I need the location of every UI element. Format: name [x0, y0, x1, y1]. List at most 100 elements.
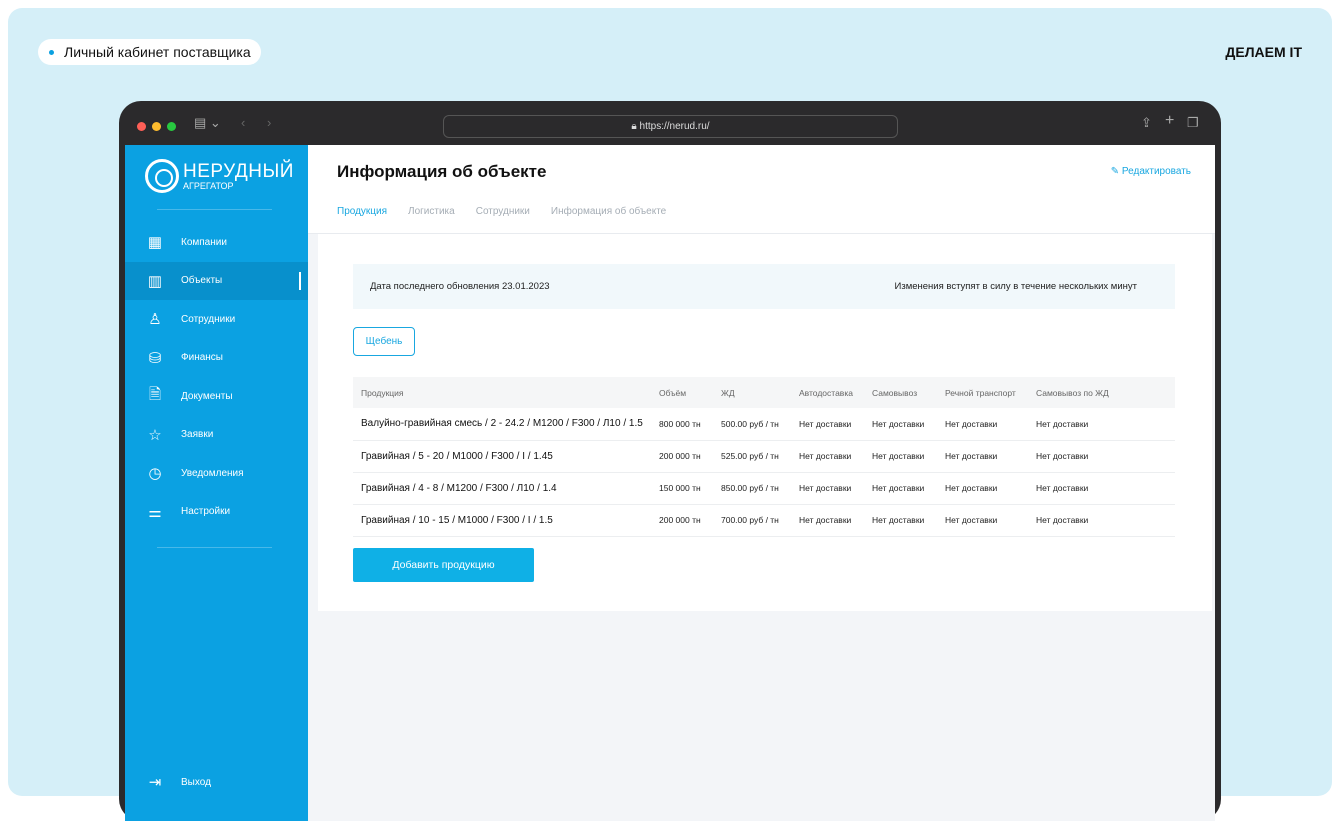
sidebar-item[interactable]: 🗎 Документы: [125, 377, 308, 415]
edit-button[interactable]: ✎ Редактировать: [1111, 166, 1191, 177]
table-cell: Нет доставки: [937, 440, 1028, 473]
sidebar-item[interactable]: ⚌ Настройки: [125, 493, 308, 531]
forward-icon[interactable]: ›: [267, 115, 271, 130]
address-bar[interactable]: 🔒︎ https://nerud.ru/: [443, 115, 898, 138]
tab-logistics[interactable]: Логистика: [408, 206, 455, 217]
sidebar-item[interactable]: ☆ Заявки: [125, 416, 308, 454]
table-cell: 150 000 тн: [651, 472, 713, 505]
table-cell: 200 000 тн: [651, 440, 713, 473]
table-cell: Нет доставки: [864, 440, 937, 473]
table-cell: Нет доставки: [791, 440, 864, 473]
last-update-text: Дата последнего обновления 23.01.2023: [370, 281, 550, 292]
update-info-banner: Дата последнего обновления 23.01.2023 Из…: [353, 264, 1175, 309]
table-cell: 700.00 руб / тн: [713, 504, 791, 537]
tabs-overview-icon[interactable]: ❐: [1187, 115, 1199, 131]
sidebar-item[interactable]: ▥ Объекты: [125, 261, 308, 300]
tabs: Продукция Логистика Сотрудники Информаци…: [337, 206, 666, 217]
table-cell: Нет доставки: [1028, 408, 1175, 441]
browser-window: ▤ ⌄ ‹ › 🔒︎ https://nerud.ru/ ⇪ + ❐ НЕРУД…: [119, 101, 1221, 821]
table-cell: Гравийная / 10 - 15 / М1000 / F300 / I /…: [353, 504, 651, 537]
table-cell: 200 000 тн: [651, 504, 713, 537]
sidebar-item-label: Настройки: [181, 506, 231, 517]
sidebar-item[interactable]: ⛁ Финансы: [125, 339, 308, 377]
pencil-icon: ✎: [1110, 166, 1122, 177]
products-card: Дата последнего обновления 23.01.2023 Из…: [318, 234, 1212, 611]
add-product-button[interactable]: Добавить продукцию: [353, 548, 534, 582]
sidebar-item-label: Компании: [181, 236, 227, 248]
column-header: Речной транспорт: [937, 377, 1028, 408]
building-icon: ▥: [147, 272, 163, 290]
app-logo[interactable]: НЕРУДНЫЙ АГРЕГАТОР: [145, 159, 294, 193]
column-header: Продукция: [353, 377, 651, 408]
column-header: ЖД: [713, 377, 791, 408]
coins-icon: ⛁: [148, 349, 162, 367]
table-cell: Нет доставки: [864, 472, 937, 505]
sidebar: НЕРУДНЫЙ АГРЕГАТОР ▦ Компании ▥ Объекты ♙ Сотр…: [125, 145, 308, 821]
table-cell: Нет доставки: [791, 504, 864, 537]
lock-icon: 🔒︎: [631, 121, 640, 132]
tab-object-info[interactable]: Информация об объекте: [551, 206, 666, 217]
minimize-window-button[interactable]: [152, 122, 161, 131]
column-header: Самовывоз: [864, 377, 937, 408]
sidebar-item-label: Уведомления: [181, 467, 244, 479]
sidebar-item[interactable]: ◷ Уведомления: [125, 454, 308, 492]
sidebar-item-label: Финансы: [181, 352, 223, 363]
table-cell: Гравийная / 4 - 8 / М1200 / F300 / Л10 /…: [353, 472, 651, 505]
table-cell: 525.00 руб / тн: [713, 440, 791, 473]
column-header: Самовывоз по ЖД: [1028, 377, 1175, 408]
table-row[interactable]: Гравийная / 4 - 8 / М1200 / F300 / Л10 /…: [353, 472, 1175, 505]
brand-logo: ДЕЛАЕМ IT: [1225, 44, 1302, 60]
table-cell: Нет доставки: [937, 408, 1028, 441]
table-row[interactable]: Гравийная / 10 - 15 / М1000 / F300 / I /…: [353, 504, 1175, 537]
table-cell: 800 000 тн: [651, 408, 713, 441]
share-icon[interactable]: ⇪: [1141, 115, 1152, 131]
table-row[interactable]: Валуйно-гравийная смесь / 2 - 24.2 / М12…: [353, 408, 1175, 441]
sidebar-item-label: Объекты: [181, 275, 223, 286]
divider: [157, 209, 272, 210]
sidebar-item-label: Документы: [181, 390, 233, 402]
sliders-icon: ⚌: [148, 503, 162, 521]
sidebar-toggle-icon[interactable]: ▤ ⌄: [194, 115, 221, 131]
tab-employees[interactable]: Сотрудники: [476, 206, 530, 217]
table-cell: Нет доставки: [1028, 504, 1175, 537]
logo-icon: [145, 159, 179, 193]
page-header: Информация об объекте ✎ Редактировать Пр…: [308, 145, 1215, 234]
user-icon: ♙: [148, 311, 162, 328]
tab-products[interactable]: Продукция: [337, 206, 387, 217]
table-cell: Нет доставки: [864, 504, 937, 537]
table-cell: Нет доставки: [937, 504, 1028, 537]
table-cell: Нет доставки: [864, 408, 937, 441]
table-cell: Нет доставки: [937, 472, 1028, 505]
sidebar-item-label: Сотрудники: [181, 313, 236, 325]
edit-label: Редактировать: [1121, 166, 1191, 177]
star-icon: ☆: [148, 426, 162, 444]
divider: [157, 547, 272, 548]
browser-toolbar: ▤ ⌄ ‹ › 🔒︎ https://nerud.ru/ ⇪ + ❐: [119, 101, 1221, 145]
category-chip-crushed-stone[interactable]: Щебень: [353, 327, 415, 356]
main-content: Информация об объекте ✎ Редактировать Пр…: [308, 145, 1215, 821]
table-cell: 850.00 руб / тн: [713, 472, 791, 505]
new-tab-icon[interactable]: +: [1165, 112, 1174, 130]
sidebar-item-logout[interactable]: ⇥ Выход: [125, 763, 308, 801]
caption-pill: Личный кабинет поставщика: [38, 39, 261, 65]
sidebar-item[interactable]: ♙ Сотрудники: [125, 300, 308, 338]
table-cell: Нет доставки: [791, 472, 864, 505]
maximize-window-button[interactable]: [167, 122, 176, 131]
sidebar-item-label: Выход: [181, 776, 211, 788]
page-title: Информация об объекте: [337, 162, 547, 181]
table-cell: Нет доставки: [1028, 472, 1175, 505]
logo-title: НЕРУДНЫЙ: [183, 161, 294, 182]
sidebar-item[interactable]: ▦ Компании: [125, 223, 308, 261]
table-cell: 500.00 руб / тн: [713, 408, 791, 441]
table-row[interactable]: Гравийная / 5 - 20 / М1000 / F300 / I / …: [353, 440, 1175, 473]
column-header: Автодоставка: [791, 377, 864, 408]
clock-icon: ◷: [148, 465, 162, 482]
changes-note: Изменения вступят в силу в течение неско…: [894, 281, 1137, 292]
logout-icon: ⇥: [148, 774, 162, 791]
table-cell: Гравийная / 5 - 20 / М1000 / F300 / I / …: [353, 440, 651, 473]
url-text: https://nerud.ru/: [639, 121, 710, 132]
back-icon[interactable]: ‹: [241, 115, 245, 130]
close-window-button[interactable]: [137, 122, 146, 131]
products-table: Продукция Объём ЖД Автодоставка Самовывоз Реч…: [353, 377, 1175, 537]
column-header: Объём: [651, 377, 713, 408]
